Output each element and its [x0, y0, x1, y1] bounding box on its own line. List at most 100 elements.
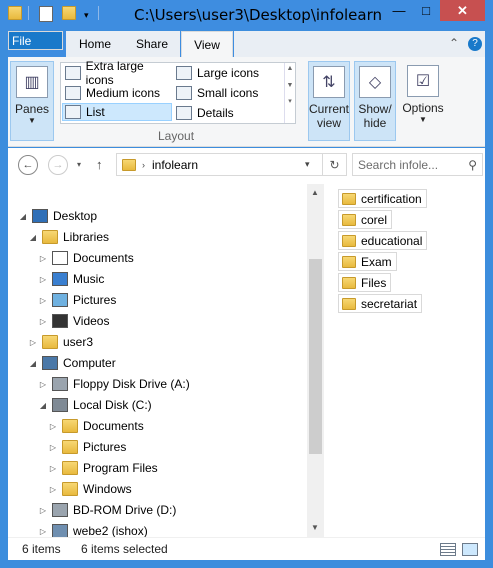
- show-hide-button[interactable]: ◇ Show/ hide: [354, 61, 396, 141]
- breadcrumb-chevron-icon[interactable]: ›: [142, 160, 145, 170]
- layout-gallery-scroll[interactable]: ▲ ▼ ▾: [284, 63, 295, 123]
- file-item[interactable]: Exam: [338, 252, 397, 271]
- tree-item[interactable]: ◢ Computer: [28, 353, 116, 373]
- address-bar[interactable]: › infolearn ▾: [116, 153, 347, 176]
- file-item[interactable]: certification: [338, 189, 427, 208]
- collapsed-chevron-icon[interactable]: ▷: [38, 527, 48, 536]
- collapsed-chevron-icon[interactable]: ▷: [38, 275, 48, 284]
- collapsed-chevron-icon[interactable]: ▷: [38, 296, 48, 305]
- gallery-expand-icon[interactable]: ▾: [285, 97, 295, 105]
- tree-item[interactable]: ▷ Music: [38, 269, 104, 289]
- tree-item[interactable]: ▷ Windows: [48, 479, 132, 499]
- layout-option-label: Details: [197, 106, 234, 120]
- options-icon: ☑: [407, 65, 439, 97]
- libraries-icon: [42, 230, 58, 244]
- scrollbar-thumb[interactable]: [309, 259, 322, 454]
- tree-item[interactable]: ▷ BD-ROM Drive (D:): [38, 500, 176, 520]
- content-area: ◢ Desktop ◢ Libraries ▷ Documents ▷ Music ▷ Pictu…: [8, 184, 485, 537]
- tree-item-label: Pictures: [83, 440, 127, 454]
- expanded-chevron-icon[interactable]: ◢: [18, 212, 28, 221]
- ribbon-collapse-icon[interactable]: ⌃: [449, 36, 459, 50]
- tab-home[interactable]: Home: [66, 31, 124, 57]
- layout-small-icons[interactable]: Small icons: [174, 84, 282, 102]
- expanded-chevron-icon[interactable]: ◢: [38, 401, 48, 410]
- tree-item[interactable]: ▷ Pictures: [48, 437, 126, 457]
- details-view-icon[interactable]: [440, 543, 456, 556]
- layout-extra-large-icons[interactable]: Extra large icons: [63, 59, 173, 87]
- tree-item[interactable]: ▷ Floppy Disk Drive (A:): [38, 374, 190, 394]
- close-button[interactable]: ✕: [440, 0, 485, 21]
- large-icons-view-icon[interactable]: [462, 543, 478, 556]
- forward-button[interactable]: →: [48, 155, 68, 175]
- layout-large-icons[interactable]: Large icons: [174, 64, 282, 82]
- folder-icon: [342, 192, 356, 205]
- layout-details[interactable]: Details: [174, 104, 282, 122]
- collapsed-chevron-icon[interactable]: ▷: [38, 380, 48, 389]
- file-item-label: secretariat: [361, 296, 418, 311]
- tree-item[interactable]: ◢ Desktop: [18, 206, 97, 226]
- tab-share[interactable]: Share: [124, 31, 180, 57]
- expanded-chevron-icon[interactable]: ◢: [28, 233, 38, 242]
- up-button[interactable]: ↑: [96, 157, 103, 172]
- layout-list[interactable]: List: [62, 103, 172, 121]
- pictures-icon: [52, 293, 68, 307]
- help-icon[interactable]: ?: [468, 37, 482, 51]
- file-item-label: corel: [361, 212, 388, 227]
- tree-item-label: Videos: [73, 314, 110, 328]
- collapsed-chevron-icon[interactable]: ▷: [38, 254, 48, 263]
- search-input[interactable]: Search infole... ⚲: [352, 153, 483, 176]
- back-button[interactable]: ←: [18, 155, 38, 175]
- tree-item[interactable]: ▷ Videos: [38, 311, 109, 331]
- properties-icon[interactable]: [39, 6, 53, 22]
- tree-item[interactable]: ◢ Local Disk (C:): [38, 395, 152, 415]
- tree-item[interactable]: ▷ user3: [28, 332, 93, 352]
- tree-item[interactable]: ▷ Documents: [38, 248, 134, 268]
- scroll-down-icon[interactable]: ▼: [285, 82, 295, 89]
- options-button[interactable]: ☑ Options ▼: [400, 61, 446, 141]
- file-item[interactable]: Files: [338, 273, 392, 292]
- user-folder-icon: [42, 335, 58, 349]
- folder-icon[interactable]: [8, 6, 22, 20]
- tree-item[interactable]: ◢ Libraries: [28, 227, 109, 247]
- collapsed-chevron-icon[interactable]: ▷: [48, 485, 58, 494]
- address-dropdown-icon[interactable]: ▾: [305, 159, 310, 170]
- tree-item[interactable]: ▷ Documents: [48, 416, 144, 436]
- recent-locations-icon[interactable]: ▾: [77, 160, 81, 169]
- collapsed-chevron-icon[interactable]: ▷: [28, 338, 38, 347]
- panes-label: Panes: [14, 102, 50, 116]
- tree-item[interactable]: ▷ webe2 (ishox): [38, 521, 148, 537]
- search-icon[interactable]: ⚲: [468, 158, 477, 172]
- breadcrumb-current[interactable]: infolearn: [152, 158, 198, 172]
- scroll-up-icon[interactable]: ▲: [311, 188, 319, 197]
- show-hide-label: hide: [363, 116, 387, 130]
- collapsed-chevron-icon[interactable]: ▷: [48, 443, 58, 452]
- collapsed-chevron-icon[interactable]: ▷: [48, 464, 58, 473]
- file-item[interactable]: corel: [338, 210, 393, 229]
- file-item-label: Files: [361, 275, 387, 290]
- current-view-button[interactable]: ⇅ Current view: [308, 61, 350, 141]
- collapsed-chevron-icon[interactable]: ▷: [38, 317, 48, 326]
- minimize-button[interactable]: —: [386, 0, 412, 21]
- panes-button[interactable]: ▥ Panes ▼: [10, 61, 54, 141]
- navigation-pane-scrollbar[interactable]: ▲ ▼: [307, 184, 324, 537]
- collapsed-chevron-icon[interactable]: ▷: [38, 506, 48, 515]
- scroll-down-icon[interactable]: ▼: [311, 523, 319, 532]
- collapsed-chevron-icon[interactable]: ▷: [48, 422, 58, 431]
- file-item[interactable]: educational: [338, 231, 428, 250]
- tab-file[interactable]: File: [8, 31, 63, 50]
- file-item[interactable]: secretariat: [338, 294, 423, 313]
- expanded-chevron-icon[interactable]: ◢: [28, 359, 38, 368]
- videos-icon: [52, 314, 68, 328]
- tree-item[interactable]: ▷ Program Files: [48, 458, 158, 478]
- new-folder-icon[interactable]: [62, 6, 76, 20]
- folder-icon: [62, 419, 78, 433]
- tab-view[interactable]: View: [181, 31, 233, 58]
- scroll-up-icon[interactable]: ▲: [285, 65, 295, 72]
- layout-medium-icons[interactable]: Medium icons: [63, 84, 173, 102]
- tree-item[interactable]: ▷ Pictures: [38, 290, 116, 310]
- maximize-button[interactable]: □: [413, 0, 439, 21]
- qat-dropdown-icon[interactable]: ▾: [84, 6, 89, 24]
- folder-icon: [62, 461, 78, 475]
- options-label: Options: [402, 101, 444, 115]
- refresh-button[interactable]: ↻: [322, 153, 346, 176]
